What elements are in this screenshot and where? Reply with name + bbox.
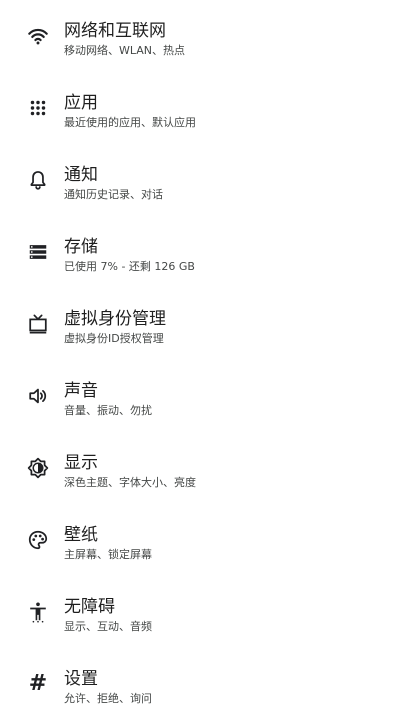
settings-item-title: 设置 [64,669,98,689]
speaker-icon [27,385,49,407]
settings-item-settings[interactable]: # 设置 允许、拒绝、询问 [0,654,408,714]
settings-item-title: 网络和互联网 [64,21,166,41]
settings-item-network[interactable]: 网络和互联网 移动网络、WLAN、热点 [0,6,408,66]
palette-icon [27,529,49,551]
settings-item-title: 通知 [64,165,98,185]
settings-item-title: 虚拟身份管理 [64,309,166,329]
settings-item-virtual-identity[interactable]: 虚拟身份管理 虚拟身份ID授权管理 [0,294,408,354]
settings-item-subtitle: 主屏幕、锁定屏幕 [64,548,152,561]
settings-item-title: 无障碍 [64,597,115,617]
settings-item-subtitle: 已使用 7% - 还剩 126 GB [64,260,195,273]
wifi-icon [27,25,49,47]
accessibility-icon [27,601,49,623]
settings-item-subtitle: 深色主题、字体大小、亮度 [64,476,196,489]
settings-item-subtitle: 音量、振动、勿扰 [64,404,152,417]
bell-icon [27,169,49,191]
settings-item-subtitle: 允许、拒绝、询问 [64,692,152,705]
settings-item-title: 显示 [64,453,98,473]
settings-item-title: 存储 [64,237,98,257]
settings-item-accessibility[interactable]: 无障碍 显示、互动、音频 [0,582,408,642]
settings-item-display[interactable]: 显示 深色主题、字体大小、亮度 [0,438,408,498]
apps-grid-icon [27,97,49,119]
settings-item-subtitle: 显示、互动、音频 [64,620,152,633]
storage-icon [27,241,49,263]
settings-item-notifications[interactable]: 通知 通知历史记录、对话 [0,150,408,210]
tv-icon [27,313,49,335]
settings-item-wallpaper[interactable]: 壁纸 主屏幕、锁定屏幕 [0,510,408,570]
settings-list: 网络和互联网 移动网络、WLAN、热点 应用 最近使用的应用、默认应用 通知 通… [0,0,408,711]
settings-item-title: 壁纸 [64,525,98,545]
settings-item-title: 声音 [64,381,98,401]
settings-item-subtitle: 最近使用的应用、默认应用 [64,116,196,129]
settings-item-sound[interactable]: 声音 音量、振动、勿扰 [0,366,408,426]
settings-item-subtitle: 通知历史记录、对话 [64,188,163,201]
settings-item-subtitle: 虚拟身份ID授权管理 [64,332,164,345]
hash-icon: # [28,671,48,696]
settings-item-apps[interactable]: 应用 最近使用的应用、默认应用 [0,78,408,138]
settings-item-storage[interactable]: 存储 已使用 7% - 还剩 126 GB [0,222,408,282]
settings-item-title: 应用 [64,93,98,113]
brightness-icon [27,457,49,479]
settings-item-subtitle: 移动网络、WLAN、热点 [64,44,186,57]
